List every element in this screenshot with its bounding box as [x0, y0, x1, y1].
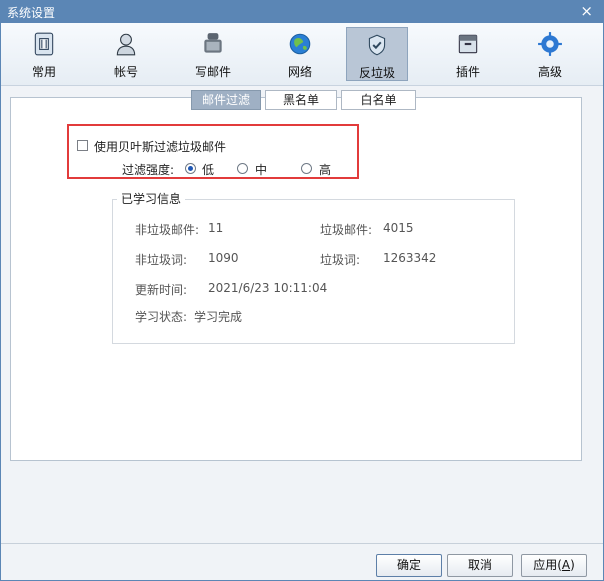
settings-window: 系统设置 × 常用 帐号 写邮件 网络 反垃圾 插件 高级 邮件过滤 黑名单 白… [0, 0, 604, 581]
spam-word-label: 垃圾词: [320, 253, 361, 267]
update-time-label: 更新时间: [135, 283, 188, 297]
tool-label: 常用 [31, 65, 56, 79]
window-title: 系统设置 [7, 6, 56, 20]
strength-low-radio[interactable] [185, 163, 196, 174]
settings-panel: 邮件过滤 黑名单 白名单 使用贝叶斯过滤垃圾邮件 过滤强度: 低 中 高 已学习… [10, 90, 582, 461]
user-icon [116, 33, 136, 56]
ok-button[interactable]: 确定 [376, 554, 442, 577]
strength-high-radio[interactable] [301, 163, 312, 174]
spam-word-value: 1263342 [383, 251, 437, 265]
apply-shortcut: A [561, 558, 571, 572]
tool-label: 高级 [537, 65, 562, 79]
tool-advanced[interactable]: 高级 [519, 27, 581, 81]
learn-status-value: 学习完成 [194, 310, 243, 324]
strength-medium-label: 中 [255, 163, 268, 177]
ham-word-label: 非垃圾词: [135, 253, 188, 267]
strength-high-label: 高 [319, 163, 332, 177]
globe-icon [289, 33, 311, 55]
gear-icon [538, 32, 562, 56]
strength-medium-radio[interactable] [237, 163, 248, 174]
apply-suffix: ) [570, 558, 575, 572]
tool-label: 插件 [455, 65, 480, 79]
tab-mail-filter[interactable]: 邮件过滤 [191, 90, 261, 110]
cancel-button[interactable]: 取消 [447, 554, 513, 577]
strength-low-label: 低 [202, 163, 215, 177]
tab-blacklist[interactable]: 黑名单 [265, 90, 337, 110]
bayes-filter-label: 使用贝叶斯过滤垃圾邮件 [94, 140, 227, 154]
close-icon[interactable]: × [580, 3, 593, 19]
bayes-filter-checkbox[interactable] [77, 140, 88, 151]
tool-label: 帐号 [113, 65, 138, 79]
settings-toolbar: 常用 帐号 写邮件 网络 反垃圾 插件 高级 [1, 23, 603, 86]
tool-label: 写邮件 [194, 65, 231, 79]
compose-icon [204, 33, 222, 53]
spam-mail-value: 4015 [383, 221, 414, 235]
shield-check-icon [368, 34, 386, 56]
apply-button[interactable]: 应用(A) [521, 554, 587, 577]
ham-mail-label: 非垃圾邮件: [135, 223, 200, 237]
sim-card-icon [34, 32, 54, 56]
tool-general[interactable]: 常用 [13, 27, 75, 81]
tab-whitelist[interactable]: 白名单 [341, 90, 416, 110]
dialog-button-bar: 确定 取消 应用(A) [1, 543, 603, 580]
apply-prefix: 应用( [533, 558, 562, 572]
tool-plugins[interactable]: 插件 [437, 27, 499, 81]
tool-account[interactable]: 帐号 [95, 27, 157, 81]
tool-antispam[interactable]: 反垃圾 [346, 27, 408, 81]
update-time-value: 2021/6/23 10:11:04 [208, 281, 328, 295]
spam-mail-label: 垃圾邮件: [320, 223, 373, 237]
plugin-box-icon [458, 34, 478, 54]
learned-info-title: 已学习信息 [117, 190, 186, 207]
title-bar: 系统设置 × [1, 1, 603, 23]
ham-word-value: 1090 [208, 251, 239, 265]
learn-status-label: 学习状态: [135, 310, 188, 324]
tool-compose[interactable]: 写邮件 [182, 27, 244, 81]
tool-network[interactable]: 网络 [269, 27, 331, 81]
ham-mail-value: 11 [208, 221, 224, 235]
filter-strength-label: 过滤强度: [122, 163, 175, 177]
tool-label: 网络 [287, 65, 312, 79]
tool-label: 反垃圾 [358, 66, 395, 80]
